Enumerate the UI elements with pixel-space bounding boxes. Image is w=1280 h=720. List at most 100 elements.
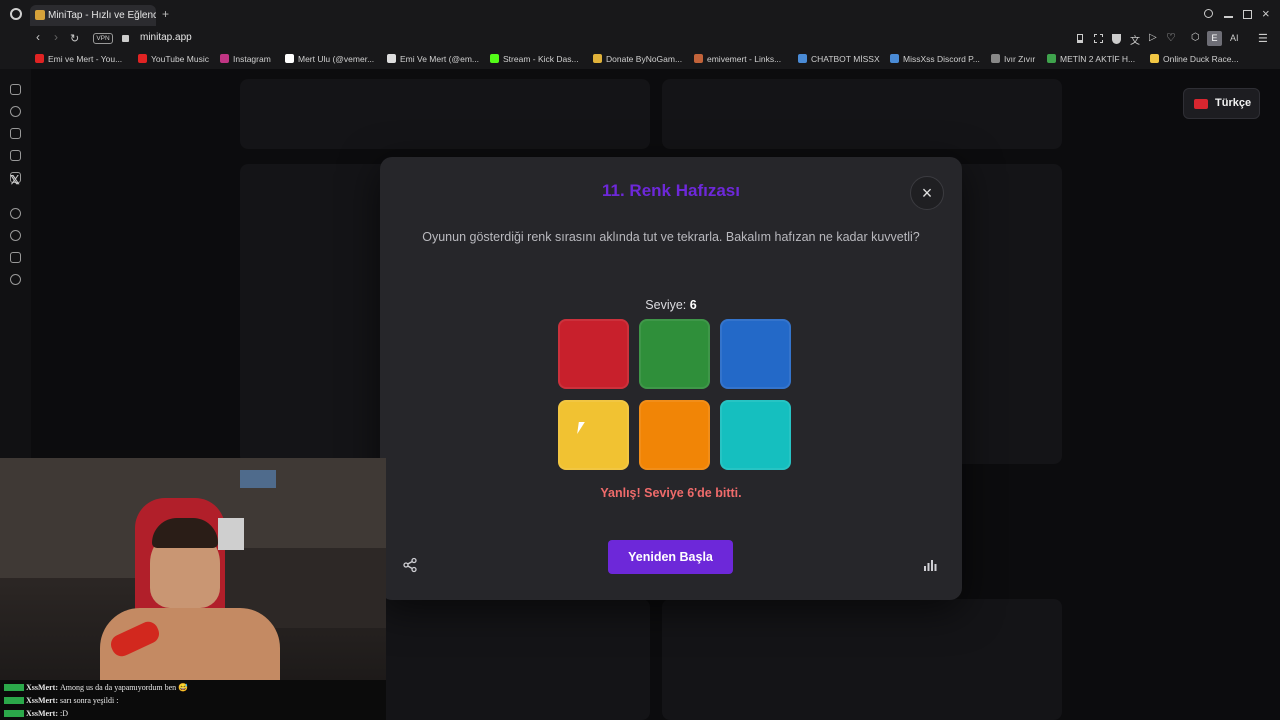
bookmark-label: Donate ByNoGam... (606, 54, 683, 64)
forward-arrow-icon[interactable]: › (54, 30, 58, 44)
bookmark-favicon-icon (798, 54, 807, 63)
snapshot-icon[interactable] (1094, 34, 1103, 43)
browser-tab-bar: MiniTap - Hızlı ve Eğlenceli + × (0, 0, 1280, 29)
bookmark-label: Instagram (233, 54, 271, 64)
chat-text: sarı sonra yeşildi : (59, 696, 119, 705)
bookmark-item[interactable]: Stream - Kick Das... (490, 54, 579, 64)
bookmark-item[interactable]: Emi Ve Mert (@em... (387, 54, 479, 64)
browser-logo-icon[interactable] (10, 8, 22, 20)
back-arrow-icon[interactable]: ‹ (36, 30, 40, 44)
bookmark-label: emivemert - Links... (707, 54, 782, 64)
sidebar-x-icon[interactable]: 𝕏 (10, 173, 20, 187)
webcam-hair (152, 518, 218, 548)
bookmark-label: Stream - Kick Das... (503, 54, 579, 64)
bookmark-label: Emi ve Mert - You... (48, 54, 123, 64)
language-label: Türkçe (1215, 97, 1252, 109)
color-button-orange[interactable] (639, 400, 710, 470)
chat-badge-icon (4, 710, 24, 717)
bookmark-favicon-icon (890, 54, 899, 63)
bookmark-favicon-icon (991, 54, 1000, 63)
bookmark-item[interactable]: METİN 2 AKTİF H... (1047, 54, 1135, 64)
heart-icon[interactable]: ♡ (1166, 31, 1176, 44)
language-selector[interactable]: Türkçe (1183, 88, 1260, 119)
webcam-frame (218, 518, 244, 550)
profile-avatar[interactable]: E (1207, 31, 1222, 46)
bookmark-favicon-icon (490, 54, 499, 63)
webcam-overlay (0, 458, 386, 680)
extensions-icon[interactable]: ⬡ (1191, 32, 1200, 43)
ai-button[interactable]: AI (1230, 33, 1239, 43)
background-card (662, 79, 1062, 149)
new-tab-plus-icon[interactable]: + (162, 7, 169, 21)
bookmark-item[interactable]: Donate ByNoGam... (593, 54, 682, 64)
url-field[interactable]: minitap.app (140, 32, 192, 43)
sidebar-clock-icon[interactable] (10, 230, 21, 241)
bookmark-label: Mert Ulu (@vemer... (298, 54, 375, 64)
bookmark-item[interactable]: Mert Ulu (@vemer... (285, 54, 374, 64)
close-button[interactable]: × (910, 176, 944, 210)
minimize-icon[interactable] (1224, 16, 1233, 18)
modal-title: 11. Renk Hafızası (602, 181, 740, 200)
color-button-blue[interactable] (720, 319, 791, 389)
turkey-flag-icon (1194, 99, 1208, 109)
search-tabs-icon[interactable] (1204, 9, 1213, 18)
stream-chat: XssMert: Among us da da yapamıyordum ben … (0, 680, 386, 720)
bookmark-icon[interactable] (1077, 34, 1083, 43)
adblock-shield-icon[interactable] (1112, 34, 1121, 44)
browser-tab[interactable]: MiniTap - Hızlı ve Eğlenceli (30, 5, 156, 26)
chat-message: XssMert::D (4, 709, 68, 718)
reload-icon[interactable]: ↻ (70, 32, 79, 45)
bookmark-favicon-icon (138, 54, 147, 63)
chat-message: XssMert: sarı sonra yeşildi : (4, 696, 118, 705)
color-button-yellow[interactable] (558, 400, 629, 470)
chat-text: :D (59, 709, 68, 718)
color-button-green[interactable] (639, 319, 710, 389)
bookmark-item[interactable]: YouTube Music (138, 54, 209, 64)
color-button-red[interactable] (558, 319, 629, 389)
bookmark-label: METİN 2 AKTİF H... (1060, 54, 1136, 64)
chat-username: XssMert: (26, 683, 58, 692)
bookmark-label: Online Duck Race... (1163, 54, 1239, 64)
sidebar-settings-icon[interactable] (10, 274, 21, 285)
color-button-cyan[interactable] (720, 400, 791, 470)
share-icon[interactable] (398, 556, 422, 580)
bookmark-label: YouTube Music (151, 54, 209, 64)
sidebar-circle-icon[interactable] (10, 208, 21, 219)
vpn-badge[interactable]: VPN (93, 33, 113, 44)
close-window-icon[interactable]: × (1262, 6, 1270, 21)
bookmark-favicon-icon (1150, 54, 1159, 63)
sidebar-history-arrow-icon[interactable] (10, 106, 21, 117)
restart-button[interactable]: Yeniden Başla (608, 540, 733, 574)
bookmark-favicon-icon (35, 54, 44, 63)
bookmark-item[interactable]: CHATBOT MİSSX (798, 54, 880, 64)
sidebar-flask-icon[interactable] (10, 128, 21, 139)
bookmark-item[interactable]: Emi ve Mert - You... (35, 54, 122, 64)
translate-icon[interactable]: 文 (1130, 32, 1140, 47)
bookmark-item[interactable]: MissXss Discord P... (890, 54, 980, 64)
tab-favicon-icon (35, 10, 45, 20)
bookmark-item[interactable]: emivemert - Links... (694, 54, 781, 64)
bookmark-label: Emi Ve Mert (@em... (400, 54, 480, 64)
stats-icon[interactable] (918, 556, 942, 580)
maximize-icon[interactable] (1243, 10, 1252, 19)
chat-username: XssMert: (26, 696, 58, 705)
bookmark-item[interactable]: Online Duck Race... (1150, 54, 1239, 64)
color-memory-modal: 11. Renk Hafızası × Oyunun gösterdiği re… (380, 157, 962, 600)
chat-username: XssMert: (26, 709, 58, 718)
bookmark-item[interactable]: Ivır Zıvır (991, 54, 1035, 64)
sidebar-wallet-icon[interactable] (10, 84, 21, 95)
bookmark-favicon-icon (694, 54, 703, 63)
lock-icon (122, 35, 129, 42)
bookmark-favicon-icon (220, 54, 229, 63)
bookmark-favicon-icon (593, 54, 602, 63)
bookmark-item[interactable]: Instagram (220, 54, 271, 64)
sidebar-pen-icon[interactable] (10, 150, 21, 161)
bookmark-favicon-icon (285, 54, 294, 63)
background-card (662, 599, 1062, 720)
level-value: 6 (689, 298, 697, 312)
menu-icon[interactable]: ☰ (1258, 32, 1268, 45)
chat-badge-icon (4, 684, 24, 691)
sidebar-cube-icon[interactable] (10, 252, 21, 263)
play-icon[interactable]: ▷ (1149, 32, 1157, 43)
chat-message: XssMert: Among us da da yapamıyordum ben … (4, 683, 188, 692)
